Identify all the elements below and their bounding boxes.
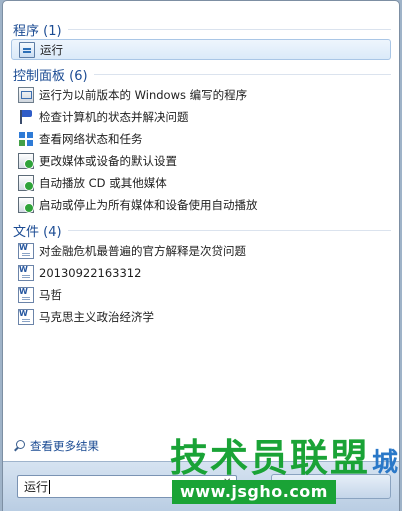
shutdown-button[interactable] [271,474,391,499]
result-item-label: 马克思主义政治经济学 [39,310,154,324]
result-item-autoplay-toggle[interactable]: 启动或停止为所有媒体和设备使用自动播放 [3,194,391,216]
result-item-label: 自动播放 CD 或其他媒体 [39,176,167,190]
result-item-label: 查看网络状态和任务 [39,132,143,146]
group-divider [13,230,391,231]
run-icon [19,41,35,58]
group-divider [13,29,391,30]
search-results-list: 程序 (1) 运行 控制面板 (6) 运行为以前版本的 Windows 编写的程… [3,19,399,328]
result-item-label: 运行 [40,42,63,57]
see-more-results-link[interactable]: 查看更多结果 [13,438,99,454]
result-item-run[interactable]: 运行 [11,39,391,60]
action-center-flag-icon [18,109,34,125]
group-header-files[interactable]: 文件 (4) [3,220,399,240]
result-item-file[interactable]: 马克思主义政治经济学 [3,306,391,328]
start-menu-search-results-panel: 程序 (1) 运行 控制面板 (6) 运行为以前版本的 Windows 编写的程… [2,0,400,511]
search-icon [13,440,25,452]
result-item-check-status[interactable]: 检查计算机的状态并解决问题 [3,106,391,128]
group-header-control-panel[interactable]: 控制面板 (6) [3,64,399,84]
result-item-label: 检查计算机的状态并解决问题 [39,110,189,124]
result-item-file[interactable]: 马哲 [3,284,391,306]
start-menu-bottom-bar: 运行 ✕ [3,461,399,511]
group-title: 文件 (4) [13,220,68,240]
search-input-value: 运行 [24,480,49,494]
group-title: 控制面板 (6) [13,64,94,84]
clear-search-icon[interactable]: ✕ [223,477,231,488]
word-document-icon [18,265,34,281]
word-document-icon [18,287,34,303]
result-item-media-defaults[interactable]: 更改媒体或设备的默认设置 [3,150,391,172]
result-item-label: 运行为以前版本的 Windows 编写的程序 [39,88,248,102]
network-icon [18,131,34,147]
autoplay-icon [18,197,34,213]
group-title: 程序 (1) [13,19,68,39]
text-caret [49,479,51,494]
search-input[interactable]: 运行 [17,475,237,498]
autoplay-icon [18,175,34,191]
word-document-icon [18,243,34,259]
result-item-file[interactable]: 对金融危机最普遍的官方解释是次贷问题 [3,240,391,262]
result-item-file[interactable]: 20130922163312 [3,262,391,284]
result-item-label: 更改媒体或设备的默认设置 [39,154,177,168]
result-item-label: 马哲 [39,288,62,302]
result-item-compatibility[interactable]: 运行为以前版本的 Windows 编写的程序 [3,84,391,106]
result-item-autoplay-cd[interactable]: 自动播放 CD 或其他媒体 [3,172,391,194]
group-header-programs[interactable]: 程序 (1) [3,19,399,39]
result-item-network-status[interactable]: 查看网络状态和任务 [3,128,391,150]
result-item-label: 对金融危机最普遍的官方解释是次贷问题 [39,244,246,258]
compatibility-icon [18,87,34,103]
result-item-label: 20130922163312 [39,266,142,280]
word-document-icon [18,309,34,325]
result-item-label: 启动或停止为所有媒体和设备使用自动播放 [39,198,258,212]
see-more-results-label: 查看更多结果 [30,439,99,453]
autoplay-icon [18,153,34,169]
